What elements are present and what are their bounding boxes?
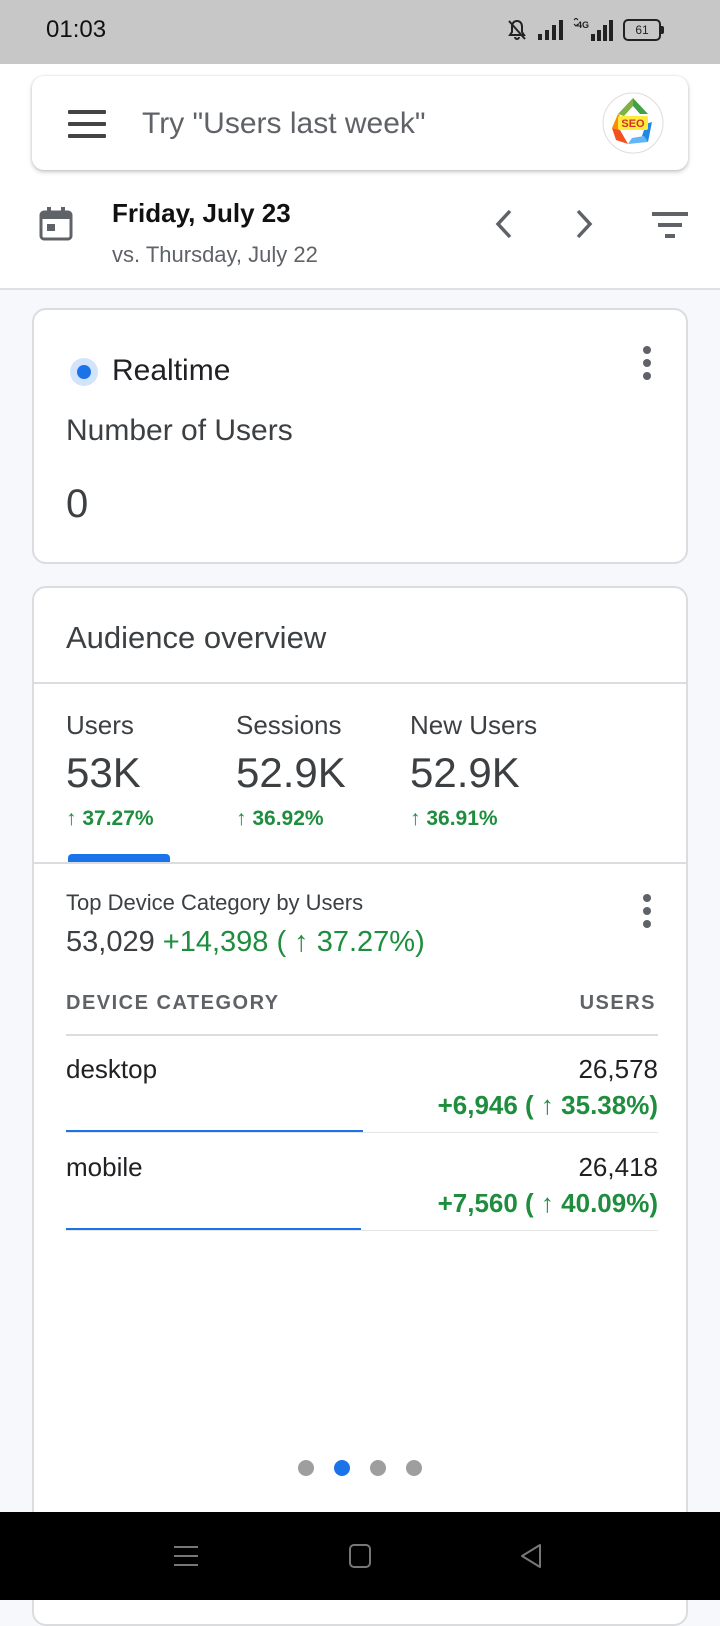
search-bar[interactable]: SEO: [32, 76, 688, 170]
top-device-total: 53,029: [66, 926, 155, 958]
page-dot[interactable]: [334, 1460, 350, 1476]
divider: [34, 682, 686, 684]
metric-label: Users: [66, 710, 134, 740]
menu-icon[interactable]: [68, 110, 106, 138]
selected-date[interactable]: Friday, July 23: [112, 198, 291, 229]
table-row[interactable]: mobile 26,418 +7,560 ( ↑ 40.09%): [66, 1134, 658, 1232]
compare-date[interactable]: vs. Thursday, July 22: [112, 242, 318, 268]
top-device-summary: 53,029 +14,398 ( ↑ 37.27%): [66, 926, 425, 959]
metric-change: ↑ 36.92%: [236, 807, 324, 830]
realtime-label: Realtime: [112, 354, 231, 387]
page-indicator: [34, 1460, 686, 1480]
metric-tab-new-users[interactable]: New Users 52.9K ↑ 36.91%: [410, 710, 537, 831]
metric-change: ↑ 37.27%: [66, 807, 154, 830]
date-row: Friday, July 23 vs. Thursday, July 22: [0, 192, 720, 286]
back-icon[interactable]: [514, 1540, 550, 1572]
column-header-device: DEVICE CATEGORY: [66, 992, 280, 1014]
selected-tab-indicator: [68, 854, 170, 862]
metric-tab-sessions[interactable]: Sessions 52.9K ↑ 36.92%: [236, 710, 346, 831]
home-icon[interactable]: [342, 1540, 378, 1572]
metric-change: ↑ 36.91%: [410, 807, 498, 830]
page-dot[interactable]: [406, 1460, 422, 1476]
realtime-metric-label: Number of Users: [66, 414, 293, 447]
mute-bell-icon: [508, 19, 526, 40]
device-name: mobile: [66, 1152, 143, 1182]
filter-icon[interactable]: [650, 210, 690, 240]
divider: [34, 862, 686, 864]
4g-signal-icon: 4G: [573, 18, 613, 41]
metric-label: Sessions: [236, 710, 342, 740]
top-device-title: Top Device Category by Users: [66, 890, 364, 915]
status-time: 01:03: [46, 16, 107, 43]
more-options-icon[interactable]: [642, 346, 652, 382]
recent-apps-icon[interactable]: [168, 1540, 204, 1572]
device-users: 26,578: [578, 1054, 658, 1084]
status-icons: 4G 61: [507, 18, 664, 42]
metric-label: New Users: [410, 710, 538, 740]
column-header-users: USERS: [579, 992, 656, 1014]
audience-overview-card: Audience overview Users 53K ↑ 37.27% Ses…: [32, 586, 688, 1626]
metric-value: 53K: [66, 749, 141, 796]
signal-icon: [538, 20, 563, 40]
metric-value: 52.9K: [410, 749, 520, 796]
device-name: desktop: [66, 1054, 158, 1084]
page-dot[interactable]: [298, 1460, 314, 1476]
audience-title: Audience overview: [66, 620, 327, 655]
battery-level: 61: [623, 19, 661, 41]
chevron-left-icon[interactable]: [488, 206, 520, 242]
metric-value: 52.9K: [236, 749, 346, 796]
page-dot[interactable]: [370, 1460, 386, 1476]
device-users: 26,418: [578, 1152, 658, 1182]
more-options-icon[interactable]: [642, 894, 652, 930]
realtime-metric-value: 0: [66, 482, 89, 526]
device-change: +7,560 ( ↑ 40.09%): [437, 1188, 658, 1218]
svg-text:4G: 4G: [577, 20, 589, 30]
status-bar: 01:03 4G 61: [0, 0, 720, 64]
calendar-icon[interactable]: [38, 206, 74, 242]
chevron-right-icon[interactable]: [568, 206, 600, 242]
logo-text: SEO: [621, 118, 645, 130]
table-row[interactable]: desktop 26,578 +6,946 ( ↑ 35.38%): [66, 1036, 658, 1134]
system-nav-bar: [0, 1512, 720, 1600]
battery-icon: 61: [623, 19, 664, 41]
realtime-card[interactable]: Realtime Number of Users 0: [32, 308, 688, 564]
seo-logo[interactable]: SEO: [602, 92, 664, 154]
device-change: +6,946 ( ↑ 35.38%): [437, 1090, 658, 1120]
metric-tab-users[interactable]: Users 53K ↑ 37.27%: [66, 710, 154, 831]
top-device-delta: +14,398 ( ↑ 37.27%): [162, 926, 425, 958]
search-input[interactable]: [140, 98, 574, 150]
header: SEO Friday, July 23 vs. Thursday, July 2…: [0, 64, 720, 290]
